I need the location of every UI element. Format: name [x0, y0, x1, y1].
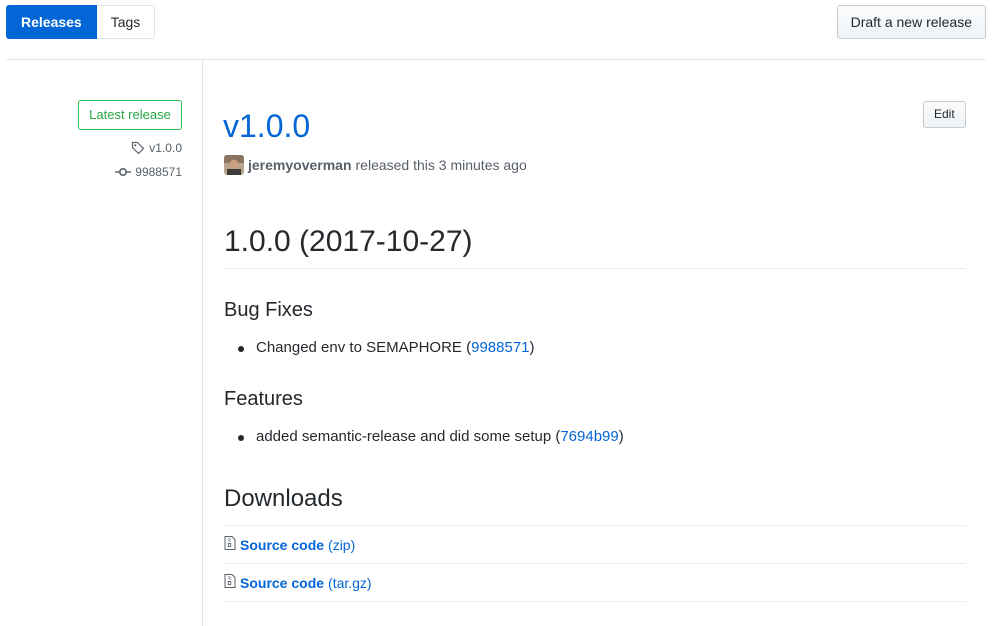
list-item: added semantic-release and did some setu…: [224, 426, 624, 448]
release-tag-link[interactable]: v1.0.0: [131, 141, 182, 155]
features-heading: Features: [224, 388, 303, 410]
download-targz-link[interactable]: Source code (tar.gz): [240, 575, 372, 591]
list-item: Changed env to SEMAPHORE (9988571): [224, 337, 535, 359]
commit-link[interactable]: 9988571: [471, 339, 529, 356]
header-divider: [6, 59, 986, 60]
release-commit-link[interactable]: 9988571: [115, 165, 182, 179]
notes-version-heading: 1.0.0 (2017-10-27): [224, 222, 966, 269]
commit-sha: 9988571: [135, 165, 182, 179]
tag-icon: [131, 141, 145, 155]
downloads-heading: Downloads: [224, 485, 343, 512]
avatar[interactable]: [224, 155, 244, 175]
draft-new-release-button[interactable]: Draft a new release: [836, 5, 986, 39]
download-zip-link[interactable]: Source code (zip): [240, 537, 355, 553]
download-row-zip: Source code (zip): [224, 526, 966, 564]
release-title-link[interactable]: v1.0.0: [223, 108, 310, 144]
latest-release-badge: Latest release: [78, 100, 182, 130]
timeline-divider: [202, 60, 203, 626]
file-zip-icon: [224, 574, 240, 591]
released-time-text: released this 3 minutes ago: [355, 157, 527, 173]
edit-release-button[interactable]: Edit: [923, 101, 966, 128]
downloads-list: Source code (zip) Source code (tar.gz): [224, 525, 966, 602]
release-subnav: Releases Tags: [6, 5, 156, 39]
commit-link[interactable]: 7694b99: [560, 428, 618, 445]
tab-releases[interactable]: Releases: [6, 5, 97, 39]
tag-name: v1.0.0: [149, 141, 182, 155]
file-zip-icon: [224, 536, 240, 553]
download-row-targz: Source code (tar.gz): [224, 564, 966, 602]
author-link[interactable]: jeremyoverman: [248, 157, 352, 173]
tab-tags[interactable]: Tags: [96, 5, 156, 39]
features-list: added semantic-release and did some setu…: [224, 426, 624, 448]
bug-fixes-list: Changed env to SEMAPHORE (9988571): [224, 337, 535, 359]
release-title: v1.0.0: [223, 106, 310, 146]
git-commit-icon: [115, 165, 132, 179]
bug-fixes-heading: Bug Fixes: [224, 299, 313, 321]
release-notes: 1.0.0 (2017-10-27) Bug Fixes Changed env…: [224, 222, 966, 445]
release-byline: jeremyoverman released this 3 minutes ag…: [224, 155, 527, 175]
